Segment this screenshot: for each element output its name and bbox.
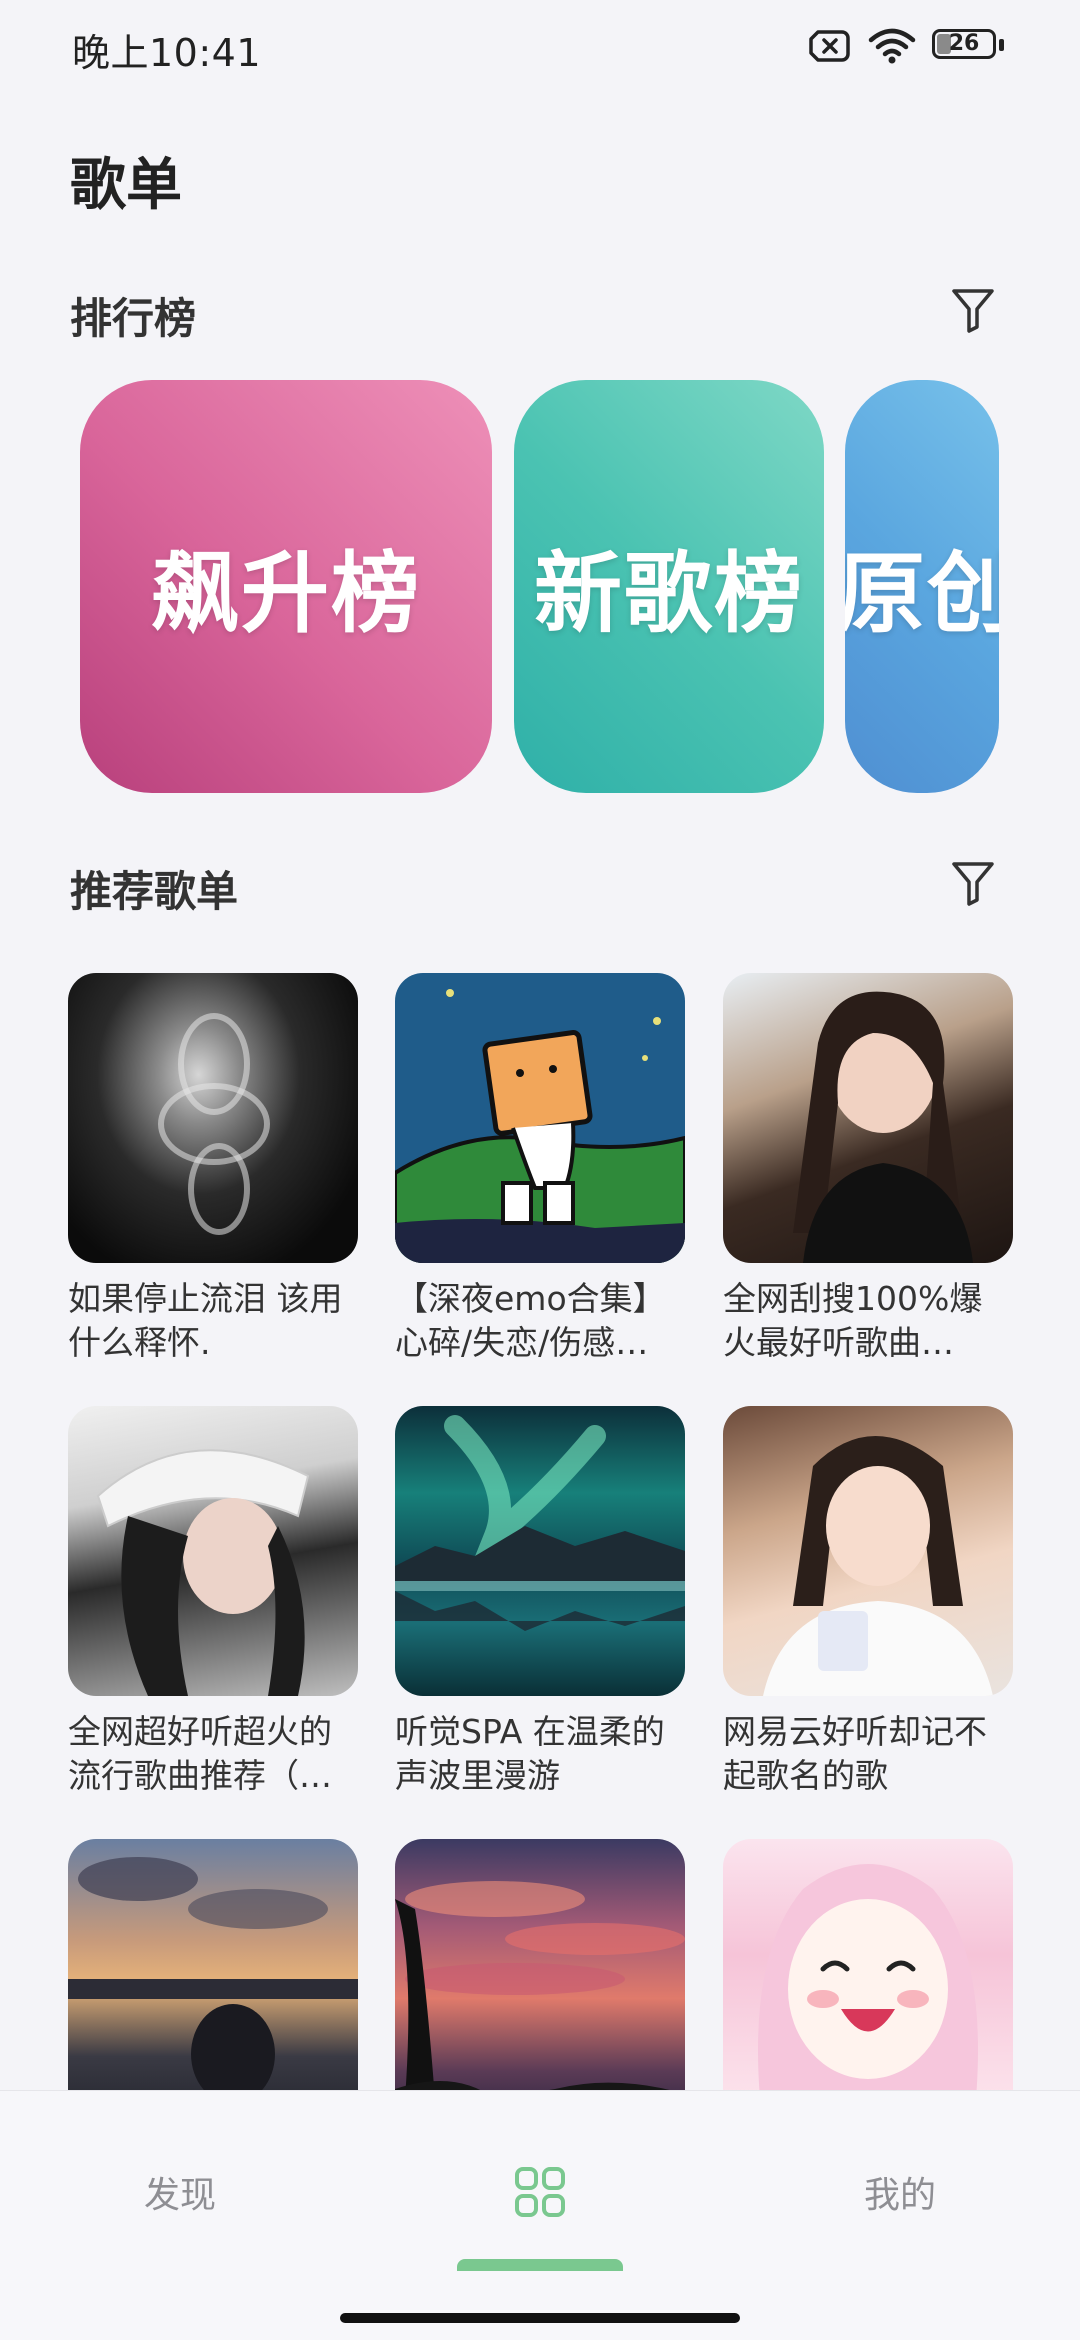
playlist-cover[interactable]: [395, 973, 685, 1263]
status-time: 晚上10:41: [72, 31, 262, 75]
sim-off-icon: [809, 30, 850, 62]
battery-icon: 26: [932, 29, 1004, 63]
playlist-card[interactable]: 听觉SPA 在温柔的声波里漫游: [395, 1406, 685, 1798]
playlist-cover[interactable]: [68, 1406, 358, 1696]
playlist-cover[interactable]: [723, 1839, 1013, 2129]
rank-card-label: 原创榜: [845, 542, 999, 645]
status-bar: 晚上10:41 26: [0, 0, 1080, 100]
rank-card-label: 飙升榜: [150, 542, 421, 645]
playlist-card[interactable]: 网易云好听却记不起歌名的歌: [723, 1406, 1013, 1798]
home-indicator[interactable]: [340, 2313, 740, 2323]
rank-card-new[interactable]: 新歌榜: [514, 380, 824, 793]
playlist-name: 全网刮搜100%爆火最好听歌曲（持…: [723, 1279, 983, 1362]
screen: 晚上10:41 26 歌单 排行榜 飙升榜 新歌榜 原创 推荐歌单 如果停止流泪…: [0, 0, 1080, 2340]
playlist-name: 听觉SPA 在温柔的声波里漫游: [395, 1712, 665, 1795]
recommended-title: 推荐歌单: [70, 867, 239, 916]
battery-tip: [999, 39, 1004, 51]
portrait-photo: [763, 1436, 993, 1696]
playlist-card[interactable]: 如果停止流泪 该用什么释怀.: [68, 973, 358, 1365]
playlist-name: 全网超好听超火的流行歌曲推荐（…: [68, 1712, 332, 1795]
playlist-name: 网易云好听却记不起歌名的歌: [723, 1712, 987, 1795]
nav-discover-label: 发现: [143, 2175, 216, 2216]
playlist-cover[interactable]: [395, 1839, 685, 2129]
filter-icon: [952, 289, 994, 333]
filter-icon: [952, 862, 994, 906]
playlist-name: 【深夜emo合集】心碎/失恋/伤感…: [395, 1279, 666, 1362]
box-character-illustration: [395, 989, 685, 1263]
playlist-cover[interactable]: [68, 1839, 358, 2129]
bottom-nav: 发现 我的: [0, 2090, 1080, 2340]
playlist-card[interactable]: 全网超好听超火的流行歌曲推荐（…: [68, 1406, 358, 1798]
nav-mine[interactable]: 我的: [820, 2157, 980, 2227]
portrait-photo: [96, 1449, 310, 1696]
playlist-cover[interactable]: [723, 1406, 1013, 1696]
rank-card-soaring[interactable]: 飙升榜: [80, 380, 492, 793]
playlist-cover[interactable]: [68, 973, 358, 1263]
ranking-carousel[interactable]: 飙升榜 新歌榜 原创榜: [0, 380, 1080, 795]
rank-card-label: 新歌榜: [533, 542, 804, 645]
playlist-cover[interactable]: [395, 1406, 685, 1696]
recommended-filter-button[interactable]: [946, 856, 1000, 910]
ranking-header: 排行榜: [70, 277, 1010, 347]
playlist-card[interactable]: 【深夜emo合集】心碎/失恋/伤感…: [395, 973, 685, 1365]
grid-icon: [515, 2167, 565, 2217]
ranking-filter-button[interactable]: [946, 283, 1000, 337]
playlist-cover[interactable]: [723, 973, 1013, 1263]
nav-discover[interactable]: 发现: [100, 2157, 260, 2227]
rank-card-original[interactable]: 原创榜: [845, 380, 999, 793]
anime-character-illustration: [758, 1864, 978, 2129]
ranking-title: 排行榜: [70, 294, 197, 343]
recommended-header: 推荐歌单: [70, 850, 1010, 920]
nav-active-indicator: [457, 2259, 623, 2271]
playlist-card[interactable]: 全网刮搜100%爆火最好听歌曲（持…: [723, 973, 1013, 1365]
portrait-photo: [793, 991, 973, 1263]
wifi-icon: [868, 28, 916, 64]
nav-playlist[interactable]: [500, 2157, 580, 2227]
clouds-photo: [395, 1881, 685, 2129]
status-icons: 26: [808, 28, 1004, 64]
page-title: 歌单: [70, 153, 182, 218]
aurora-photo: [395, 1415, 685, 1631]
battery-level: 26: [948, 31, 980, 56]
sunset-photo: [68, 1857, 358, 2104]
nav-mine-label: 我的: [863, 2175, 936, 2216]
playlist-name: 如果停止流泪 该用什么释怀.: [68, 1279, 343, 1362]
